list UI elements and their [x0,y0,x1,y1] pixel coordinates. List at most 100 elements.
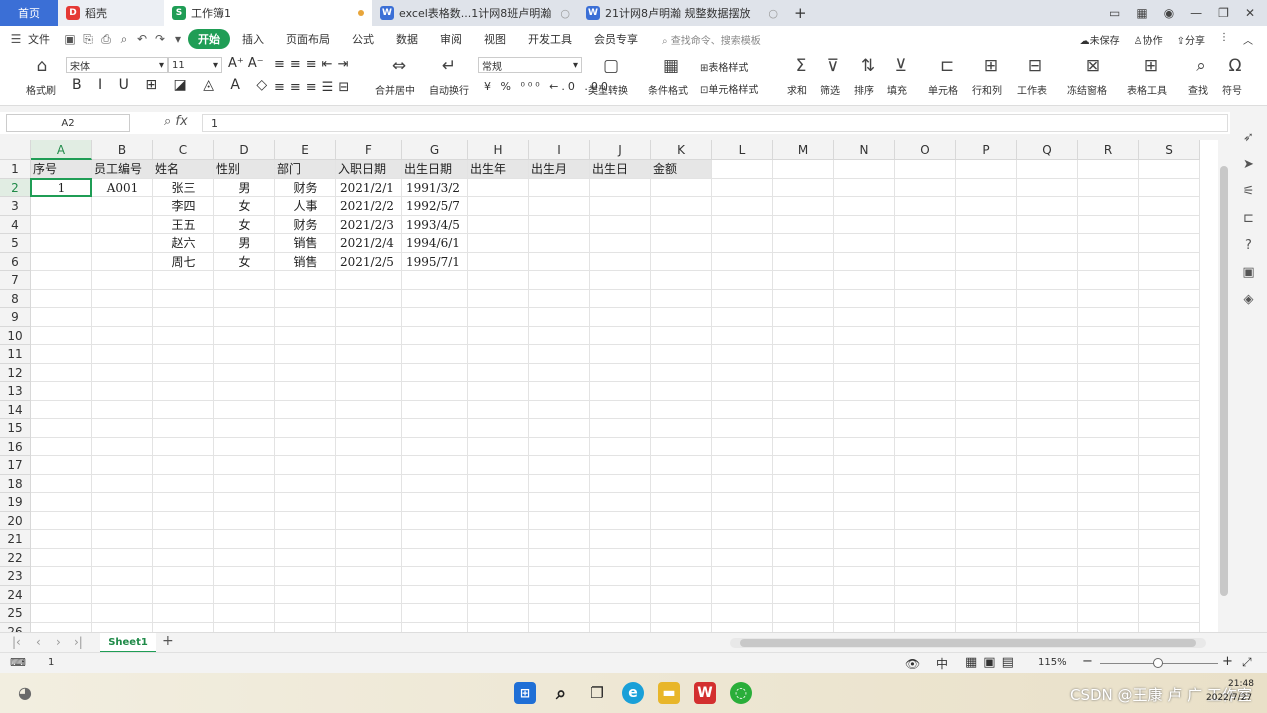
cell[interactable] [153,400,214,419]
cell[interactable] [1139,419,1200,438]
cell[interactable] [590,326,651,345]
row-header-18[interactable]: 18 [0,474,31,493]
sheet-label[interactable]: 工作表 [1017,82,1047,97]
data-cell[interactable]: 人事 [275,197,336,216]
cell[interactable] [214,493,275,512]
cell[interactable] [214,585,275,604]
cell[interactable] [402,326,468,345]
close-icon[interactable]: ○ [768,7,778,20]
cell[interactable] [92,363,153,382]
undo-icon[interactable]: ↶ [134,32,150,46]
sheet-tab-sheet1[interactable]: Sheet1 [100,633,156,653]
cell[interactable] [336,567,402,586]
cell[interactable] [468,289,529,308]
cell[interactable] [1139,604,1200,623]
cell[interactable] [712,326,773,345]
cell[interactable] [214,548,275,567]
menu-data[interactable]: 数据 [386,29,428,49]
cell[interactable] [275,493,336,512]
cell[interactable] [1017,622,1078,632]
zoom-out-icon[interactable]: − [1082,654,1093,669]
cell[interactable] [712,363,773,382]
cell[interactable] [1017,530,1078,549]
cell[interactable] [336,493,402,512]
cell[interactable] [895,474,956,493]
cell[interactable] [1078,474,1139,493]
cell[interactable] [275,289,336,308]
column-header-j[interactable]: J [590,140,651,160]
cell[interactable] [31,308,92,327]
cell[interactable] [651,215,712,234]
cell[interactable] [1139,530,1200,549]
cell[interactable] [712,215,773,234]
sliders-icon[interactable]: ⚟ [1243,184,1255,199]
cell[interactable] [773,567,834,586]
cell[interactable] [834,289,895,308]
cell[interactable] [529,197,590,216]
cell[interactable] [834,326,895,345]
cell[interactable] [529,326,590,345]
cell[interactable] [92,474,153,493]
row-header-26[interactable]: 26 [0,622,31,632]
cell[interactable] [956,252,1017,271]
tab-docer[interactable]: D 稻壳 [58,0,164,26]
cell[interactable] [92,252,153,271]
cell[interactable] [1139,622,1200,632]
cell[interactable] [275,530,336,549]
cell[interactable] [590,437,651,456]
cell[interactable] [402,308,468,327]
redo-icon[interactable]: ↷ [152,32,168,46]
cell[interactable] [590,289,651,308]
cell-label[interactable]: 单元格 [928,82,958,97]
cell[interactable] [1139,215,1200,234]
cell[interactable] [956,178,1017,197]
cell[interactable] [31,585,92,604]
cell[interactable] [1139,585,1200,604]
cell[interactable] [773,382,834,401]
cell[interactable] [956,437,1017,456]
cell[interactable] [834,215,895,234]
cell[interactable] [468,567,529,586]
font-size-select[interactable]: 11 ▾ [168,57,222,73]
cell[interactable] [651,548,712,567]
cell[interactable] [468,197,529,216]
cell[interactable] [590,585,651,604]
cell[interactable] [402,419,468,438]
filter-icon[interactable]: ⊽ [822,56,844,76]
row-header-7[interactable]: 7 [0,271,31,290]
cell[interactable] [651,493,712,512]
cell[interactable] [402,437,468,456]
cell[interactable] [529,530,590,549]
data-cell[interactable]: 财务 [275,179,336,198]
column-header-l[interactable]: L [712,140,773,160]
cell[interactable] [31,622,92,632]
cell[interactable] [1139,567,1200,586]
cell[interactable] [336,548,402,567]
cell[interactable] [336,363,402,382]
cell[interactable] [1017,382,1078,401]
cell[interactable] [651,326,712,345]
vertical-scrollbar[interactable] [1218,140,1230,632]
last-sheet-icon[interactable]: ›| [74,635,83,649]
cell[interactable] [1139,363,1200,382]
cell[interactable] [336,604,402,623]
data-cell[interactable]: 2021/2/4 [336,234,402,253]
cell[interactable] [712,456,773,475]
cell[interactable] [956,419,1017,438]
cell[interactable] [956,289,1017,308]
row-header-20[interactable]: 20 [0,511,31,530]
align-top-icons[interactable]: ≡≡≡⇤⇥ [274,57,353,72]
cell[interactable] [895,308,956,327]
row-header-1[interactable]: 1 [0,160,31,179]
filter-label[interactable]: 筛选 [820,82,840,97]
cell[interactable] [153,345,214,364]
cell[interactable] [1017,234,1078,253]
cell[interactable] [895,160,956,179]
row-header-17[interactable]: 17 [0,456,31,475]
cell[interactable] [92,493,153,512]
number-format-select[interactable]: 常规 ▾ [478,57,582,73]
cell[interactable] [468,474,529,493]
cell[interactable] [153,567,214,586]
cell[interactable] [529,419,590,438]
cell[interactable] [895,400,956,419]
